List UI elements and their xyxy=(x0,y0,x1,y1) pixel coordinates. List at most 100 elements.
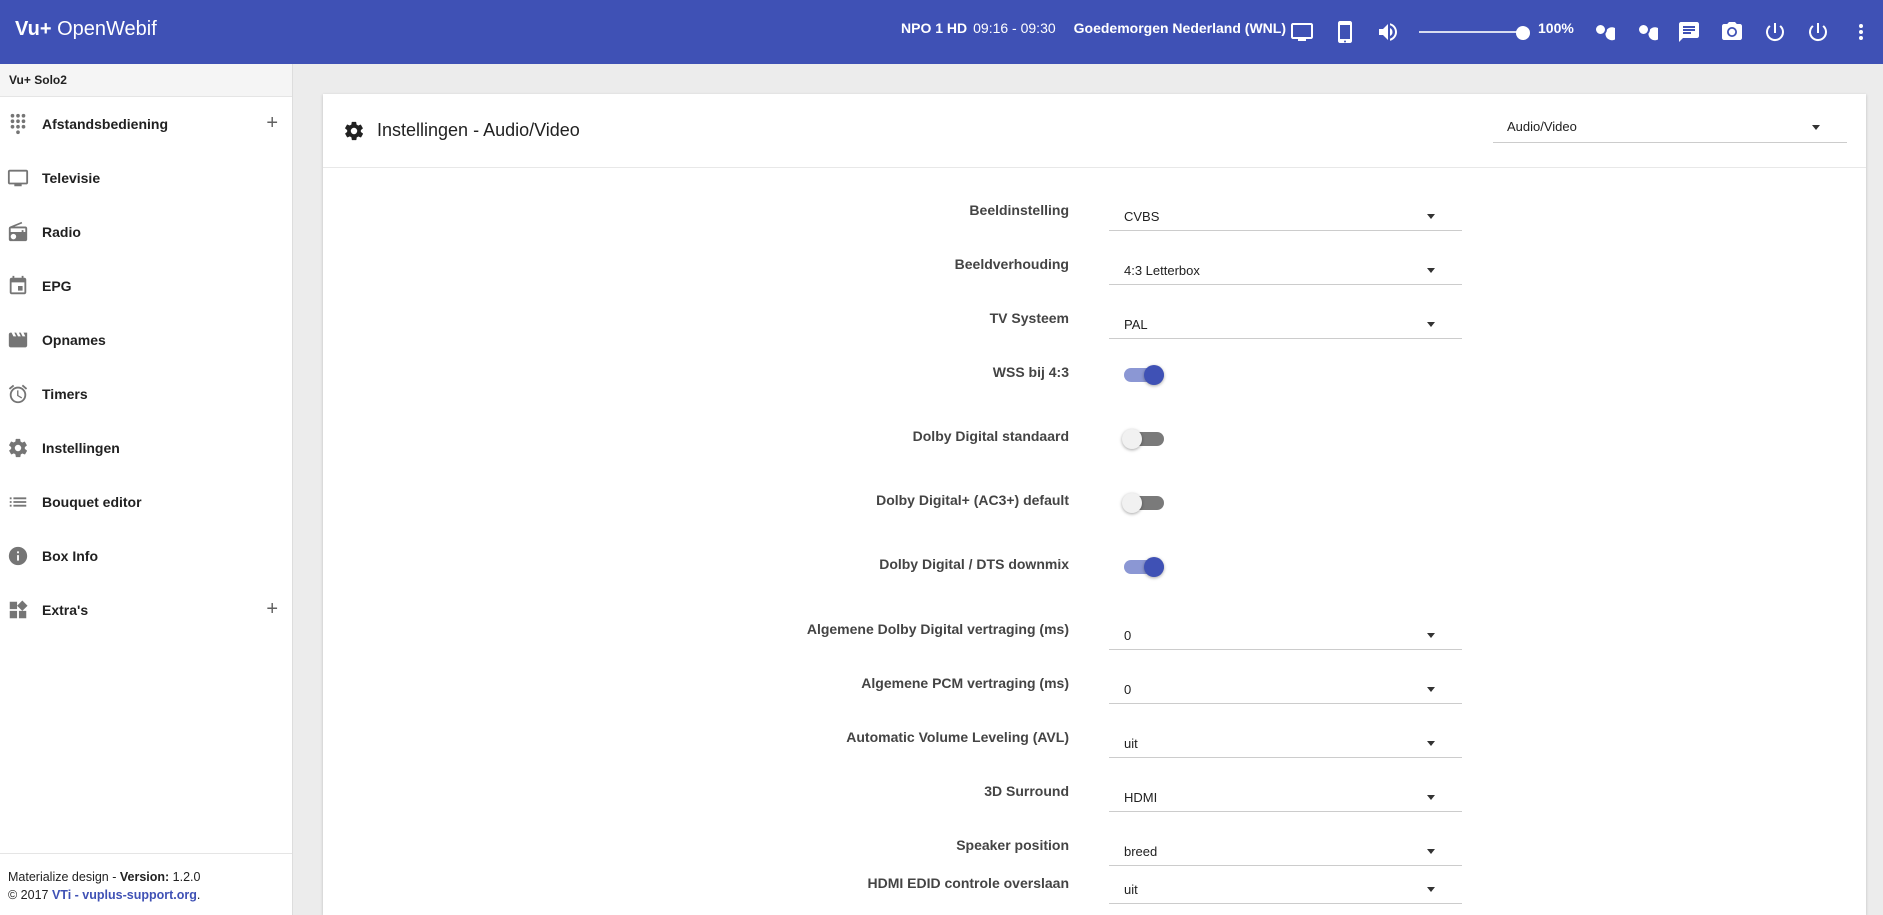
tv-icon xyxy=(6,166,30,190)
dts-downmix-toggle[interactable] xyxy=(1124,557,1164,577)
sidebar-item-afstandsbediening[interactable]: Afstandsbediening + xyxy=(0,97,292,151)
setting-row-dolby-digital-standaard: Dolby Digital standaard xyxy=(323,411,1866,465)
power-icon[interactable] xyxy=(1761,18,1789,46)
volume-slider[interactable] xyxy=(1419,26,1530,40)
setting-row-wss: WSS bij 4:3 xyxy=(323,347,1866,401)
setting-label: Algemene PCM vertraging (ms) xyxy=(861,675,1069,691)
volume-icon[interactable] xyxy=(1374,18,1402,46)
sidebar-item-label: Afstandsbediening xyxy=(42,116,169,132)
select-value: PAL xyxy=(1124,317,1148,332)
setting-label: Dolby Digital / DTS downmix xyxy=(879,556,1069,572)
wss-toggle[interactable] xyxy=(1124,365,1164,385)
sidebar-item-label: Opnames xyxy=(42,332,106,348)
sidebar-item-instellingen[interactable]: Instellingen xyxy=(0,421,292,475)
camera-icon[interactable] xyxy=(1718,18,1746,46)
dolby-digital-standaard-toggle[interactable] xyxy=(1122,429,1164,449)
toggle-knob xyxy=(1122,429,1142,449)
info-icon xyxy=(6,544,30,568)
sidebar-item-televisie[interactable]: Televisie xyxy=(0,151,292,205)
select-value: breed xyxy=(1124,844,1158,859)
sidebar-item-bouquet-editor[interactable]: Bouquet editor xyxy=(0,475,292,529)
sidebar: Vu+ Solo2 Afstandsbediening + Televisie … xyxy=(0,64,293,915)
select-value: HDMI xyxy=(1124,790,1158,805)
setting-label: Dolby Digital standaard xyxy=(912,428,1069,444)
setting-label: Dolby Digital+ (AC3+) default xyxy=(876,492,1069,508)
setting-label: Beeldinstelling xyxy=(969,202,1069,218)
sidebar-item-opnames[interactable]: Opnames xyxy=(0,313,292,367)
select-value: uit xyxy=(1124,736,1138,751)
beeldverhouding-select[interactable]: 4:3 Letterbox xyxy=(1109,251,1462,285)
hdmi-edid-select[interactable]: uit xyxy=(1109,870,1462,904)
toggle-knob xyxy=(1144,557,1164,577)
sidebar-item-epg[interactable]: EPG xyxy=(0,259,292,313)
gear-icon xyxy=(343,120,365,142)
search-icon[interactable] xyxy=(1589,18,1617,46)
setting-row-tv-systeem: TV Systeem PAL xyxy=(323,293,1866,347)
sidebar-item-label: Extra's xyxy=(42,602,89,618)
select-value: 4:3 Letterbox xyxy=(1124,263,1200,278)
caret-down-icon xyxy=(1427,741,1435,746)
current-event: Goedemorgen Nederland (WNL) xyxy=(1073,20,1286,36)
sidebar-item-timers[interactable]: Timers xyxy=(0,367,292,421)
setting-label: 3D Surround xyxy=(984,783,1069,799)
sidebar-item-box-info[interactable]: Box Info xyxy=(0,529,292,583)
select-value: 0 xyxy=(1124,628,1132,643)
section-select-value: Audio/Video xyxy=(1507,119,1577,134)
caret-down-icon xyxy=(1427,322,1435,327)
sidebar-footer: Materialize design - Version: 1.2.0 © 20… xyxy=(0,853,292,915)
power-standby-icon[interactable] xyxy=(1804,18,1832,46)
caret-down-icon xyxy=(1427,268,1435,273)
caret-down-icon xyxy=(1812,125,1820,130)
tv-icon[interactable] xyxy=(1288,18,1316,46)
message-icon[interactable] xyxy=(1675,18,1703,46)
caret-down-icon xyxy=(1427,687,1435,692)
expand-plus-icon[interactable]: + xyxy=(266,599,278,619)
beeldinstelling-select[interactable]: CVBS xyxy=(1109,197,1462,231)
setting-row-avl: Automatic Volume Leveling (AVL) uit xyxy=(323,712,1866,766)
dialpad-icon xyxy=(6,112,30,136)
setting-row-pcm-vertraging: Algemene PCM vertraging (ms) 0 xyxy=(323,658,1866,712)
copyright-line: © 2017 VTi - vuplus-support.org. xyxy=(8,888,201,902)
setting-row-dolby-vertraging: Algemene Dolby Digital vertraging (ms) 0 xyxy=(323,604,1866,658)
sidebar-item-radio[interactable]: Radio xyxy=(0,205,292,259)
setting-label: TV Systeem xyxy=(989,310,1069,326)
calendar-icon xyxy=(6,274,30,298)
volume-thumb[interactable] xyxy=(1516,26,1530,40)
sidebar-item-label: Box Info xyxy=(42,548,98,564)
top-bar: Vu+ OpenWebif NPO 1 HD 09:16 - 09:30 Goede… xyxy=(0,0,1883,64)
section-select[interactable]: Audio/Video xyxy=(1493,109,1847,143)
brand-logo[interactable]: Vu+ OpenWebif xyxy=(15,18,157,41)
radio-icon xyxy=(6,220,30,244)
sidebar-item-extras[interactable]: Extra's + xyxy=(0,583,292,637)
select-value: CVBS xyxy=(1124,209,1160,224)
select-value: uit xyxy=(1124,882,1138,897)
sidebar-item-label: Televisie xyxy=(42,170,101,186)
sidebar-item-label: Radio xyxy=(42,224,81,240)
vti-link[interactable]: VTi - vuplus-support.org xyxy=(52,888,197,902)
tv-systeem-select[interactable]: PAL xyxy=(1109,305,1462,339)
more-vert-icon[interactable] xyxy=(1847,18,1875,46)
setting-label: Automatic Volume Leveling (AVL) xyxy=(846,729,1069,745)
phone-icon[interactable] xyxy=(1331,18,1359,46)
dolby-digital-plus-toggle[interactable] xyxy=(1122,493,1164,513)
setting-label: HDMI EDID controle overslaan xyxy=(867,875,1070,891)
gear-icon xyxy=(6,436,30,460)
setting-row-beeldinstelling: Beeldinstelling CVBS xyxy=(323,185,1866,239)
zoom-out-icon[interactable] xyxy=(1632,18,1660,46)
current-time: 09:16 - 09:30 xyxy=(973,20,1056,36)
setting-label: Beeldverhouding xyxy=(954,256,1069,272)
avl-select[interactable]: uit xyxy=(1109,724,1462,758)
now-playing[interactable]: NPO 1 HD 09:16 - 09:30 Goedemorgen Nederla… xyxy=(901,20,1286,36)
caret-down-icon xyxy=(1427,214,1435,219)
setting-row-3d-surround: 3D Surround HDMI xyxy=(323,766,1866,820)
caret-down-icon xyxy=(1427,633,1435,638)
setting-label: Speaker position xyxy=(956,837,1069,853)
toggle-knob xyxy=(1144,365,1164,385)
setting-row-hdmi-edid: HDMI EDID controle overslaan uit xyxy=(323,858,1866,912)
dolby-vertraging-select[interactable]: 0 xyxy=(1109,616,1462,650)
pcm-vertraging-select[interactable]: 0 xyxy=(1109,670,1462,704)
3d-surround-select[interactable]: HDMI xyxy=(1109,778,1462,812)
expand-plus-icon[interactable]: + xyxy=(266,113,278,133)
setting-label: WSS bij 4:3 xyxy=(992,364,1069,380)
alarm-icon xyxy=(6,382,30,406)
